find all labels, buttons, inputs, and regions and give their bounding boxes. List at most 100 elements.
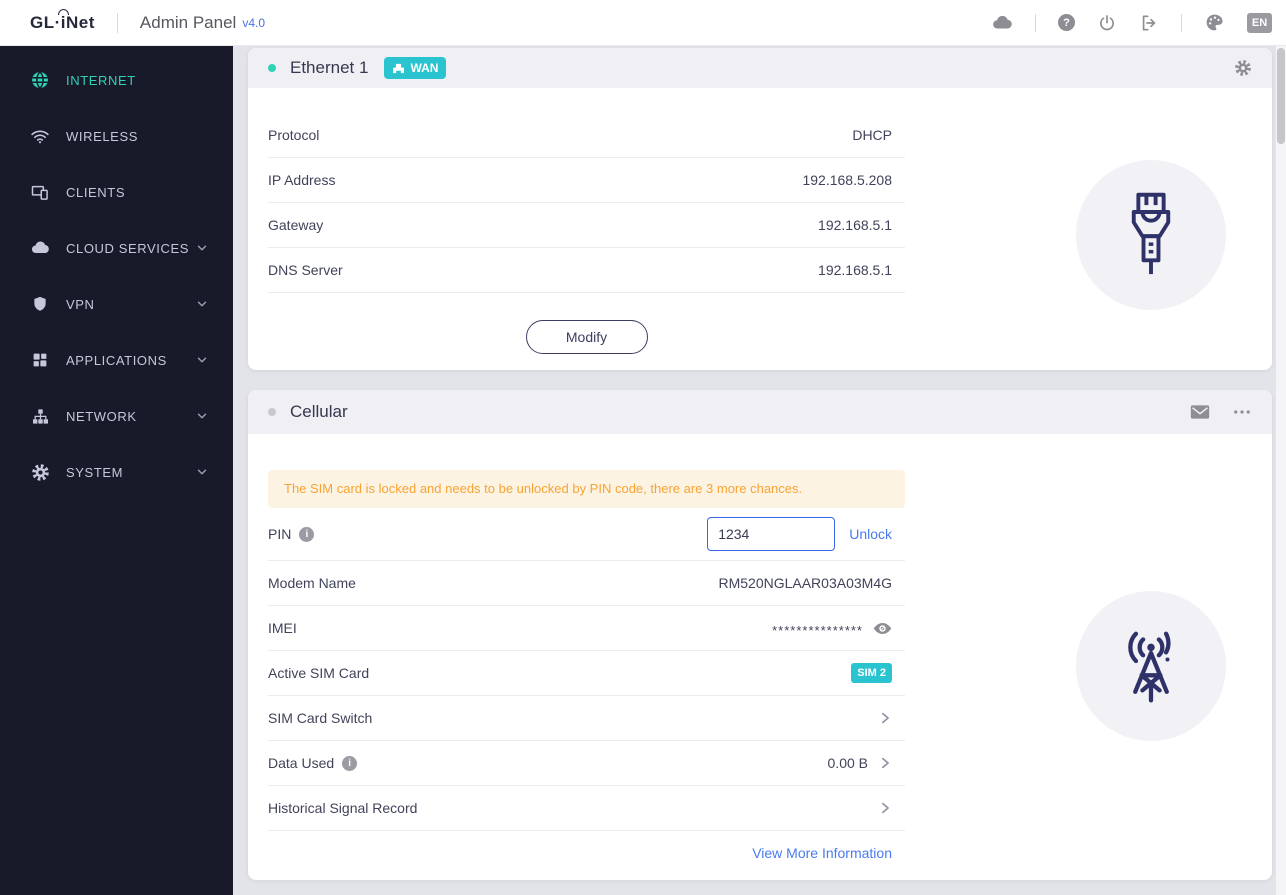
- data-used-row[interactable]: Data Used i 0.00 B: [268, 741, 905, 786]
- version-label: v4.0: [242, 15, 265, 30]
- row-label: Protocol: [268, 127, 320, 143]
- row-label: PIN i: [268, 526, 315, 542]
- cellular-card-footer: View More Information: [268, 831, 905, 875]
- ethernet-port-icon: [393, 63, 405, 73]
- unlock-link[interactable]: Unlock: [849, 526, 892, 542]
- gear-icon: [30, 462, 50, 482]
- chevron-down-icon: [195, 409, 209, 423]
- imei-masked-value: ***************: [772, 622, 863, 638]
- sidebar: INTERNET WIRELESS CLIENTS CLOUD SERVICES…: [0, 46, 233, 895]
- pin-input[interactable]: [707, 517, 836, 551]
- chevron-down-icon: [195, 241, 209, 255]
- antenna-icon: [1128, 631, 1171, 703]
- row-label: SIM Card Switch: [268, 710, 373, 726]
- help-icon[interactable]: ?: [1058, 14, 1075, 31]
- modify-button[interactable]: Modify: [525, 320, 648, 354]
- table-row: IP Address 192.168.5.208: [268, 158, 905, 203]
- row-label: IP Address: [268, 172, 336, 188]
- sidebar-item-label: APPLICATIONS: [66, 352, 167, 368]
- historical-signal-row[interactable]: Historical Signal Record: [268, 786, 905, 831]
- grid-icon: [30, 350, 50, 370]
- power-icon[interactable]: [1097, 13, 1117, 33]
- devices-icon: [30, 182, 50, 202]
- row-value: DHCP: [852, 127, 892, 143]
- sidebar-item-label: SYSTEM: [66, 464, 124, 480]
- logout-icon[interactable]: [1139, 13, 1159, 33]
- cellular-info-table: PIN i Unlock Modem Name RM520NGLAAR03A03…: [268, 508, 905, 831]
- logo-text-suffix: Net: [66, 12, 95, 32]
- sidebar-item-label: CLIENTS: [66, 184, 126, 200]
- settings-gear-icon[interactable]: [1234, 59, 1252, 77]
- data-used-value: 0.00 B: [827, 755, 868, 771]
- cloud-icon[interactable]: [991, 12, 1013, 34]
- sidebar-item-network[interactable]: NETWORK: [0, 388, 233, 444]
- cellular-card: Cellular The SIM card is locked and need…: [248, 390, 1272, 880]
- chevron-down-icon: [195, 465, 209, 479]
- row-value: 192.168.5.1: [818, 217, 892, 233]
- card-title: Cellular: [290, 402, 348, 421]
- sim-card-switch-row[interactable]: SIM Card Switch: [268, 696, 905, 741]
- pin-row: PIN i Unlock: [268, 508, 905, 561]
- wifi-icon: [30, 126, 50, 146]
- header-divider: [1035, 13, 1036, 32]
- cloud-icon: [30, 238, 50, 258]
- main-content: Ethernet 1 WAN Protocol DHCP IP Address …: [233, 46, 1286, 895]
- wan-badge-label: WAN: [410, 61, 439, 75]
- shield-icon: [30, 294, 50, 314]
- sidebar-item-system[interactable]: SYSTEM: [0, 444, 233, 500]
- table-row: Modem Name RM520NGLAAR03A03M4G: [268, 561, 905, 606]
- row-value: 192.168.5.208: [802, 172, 892, 188]
- table-row: Gateway 192.168.5.1: [268, 203, 905, 248]
- cellular-illustration: [1076, 591, 1226, 741]
- ethernet-card: Ethernet 1 WAN Protocol DHCP IP Address …: [248, 48, 1272, 370]
- pin-label: PIN: [268, 526, 292, 542]
- status-dot-disconnected: [268, 408, 276, 416]
- info-icon[interactable]: i: [342, 755, 358, 771]
- language-badge[interactable]: EN: [1247, 12, 1272, 33]
- row-value: 192.168.5.1: [818, 262, 892, 278]
- header-divider: [1181, 13, 1182, 32]
- view-more-link[interactable]: View More Information: [752, 845, 892, 861]
- sidebar-item-internet[interactable]: INTERNET: [0, 52, 233, 108]
- logo-text: GL·: [30, 12, 61, 32]
- page-title: Admin Panel: [139, 12, 237, 32]
- row-label: Modem Name: [268, 575, 356, 591]
- status-dot-connected: [268, 64, 276, 72]
- chevron-right-icon: [878, 801, 892, 815]
- chevron-down-icon: [195, 353, 209, 367]
- ethernet-plug-icon: [1131, 192, 1171, 275]
- sidebar-item-wireless[interactable]: WIRELESS: [0, 108, 233, 164]
- theme-icon[interactable]: [1204, 12, 1225, 33]
- logo-i-arc: i: [58, 8, 70, 32]
- sidebar-item-clients[interactable]: CLIENTS: [0, 164, 233, 220]
- wan-badge: WAN: [384, 57, 447, 79]
- ethernet-card-header: Ethernet 1 WAN: [248, 48, 1272, 88]
- sidebar-item-label: VPN: [66, 296, 95, 312]
- sidebar-item-applications[interactable]: APPLICATIONS: [0, 332, 233, 388]
- row-value: RM520NGLAAR03A03M4G: [718, 575, 892, 591]
- globe-icon: [30, 70, 50, 90]
- table-row: Active SIM Card SIM 2: [268, 651, 905, 696]
- table-row: IMEI ***************: [268, 606, 905, 651]
- more-options-icon[interactable]: [1232, 402, 1252, 422]
- chevron-down-icon: [195, 297, 209, 311]
- sidebar-item-cloud-services[interactable]: CLOUD SERVICES: [0, 220, 233, 276]
- row-label: DNS Server: [268, 262, 343, 278]
- row-label: IMEI: [268, 620, 297, 636]
- row-label: Data Used i: [268, 755, 358, 771]
- chevron-right-icon: [878, 711, 892, 725]
- row-label: Active SIM Card: [268, 665, 370, 681]
- row-label: Gateway: [268, 217, 324, 233]
- sidebar-item-label: INTERNET: [66, 72, 136, 88]
- sidebar-item-vpn[interactable]: VPN: [0, 276, 233, 332]
- info-icon[interactable]: i: [299, 526, 315, 542]
- sitemap-icon: [30, 406, 50, 426]
- table-row: Protocol DHCP: [268, 113, 905, 158]
- message-envelope-icon[interactable]: [1190, 404, 1210, 420]
- eye-toggle-icon[interactable]: [873, 622, 892, 635]
- glinet-logo: GL· i Net: [30, 8, 95, 33]
- scrollbar-thumb[interactable]: [1277, 48, 1285, 144]
- chevron-right-icon: [878, 756, 892, 770]
- sim-locked-warning: The SIM card is locked and needs to be u…: [268, 470, 905, 508]
- scrollbar[interactable]: [1276, 46, 1286, 895]
